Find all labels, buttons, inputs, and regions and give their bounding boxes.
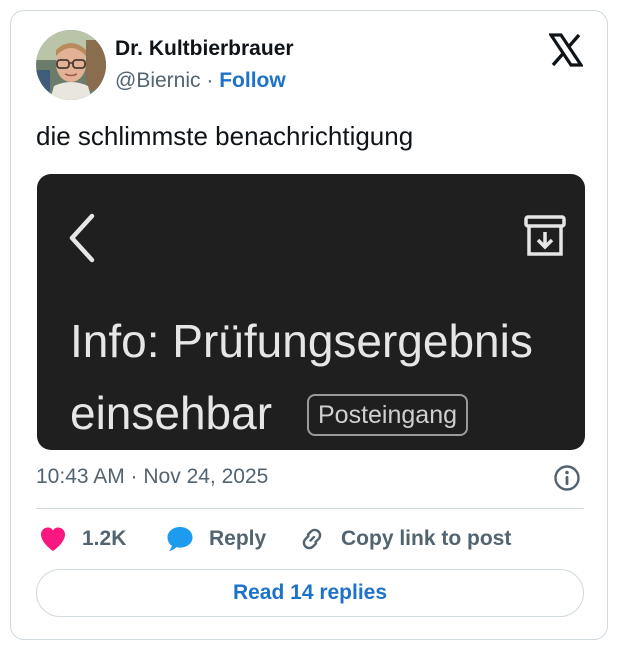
like-count: 1.2K xyxy=(82,527,127,550)
copy-link-label: Copy link to post xyxy=(341,527,512,550)
heart-icon xyxy=(41,527,65,551)
tweet-media-screenshot[interactable]: Info: Prüfungsergebnis einsehbar Postein… xyxy=(37,174,585,450)
follow-button[interactable]: Follow xyxy=(219,69,286,92)
chevron-left-icon xyxy=(69,213,95,263)
speech-bubble-icon xyxy=(167,527,193,551)
inbox-label-chip: Posteingang xyxy=(307,394,469,436)
author-handle[interactable]: @Biernic xyxy=(115,69,201,92)
divider xyxy=(36,508,584,509)
like-button[interactable]: 1.2K xyxy=(38,521,126,557)
tweet-text: die schlimmste benachrichtigung xyxy=(36,121,414,151)
email-subject-line-1: Info: Prüfungsergebnis xyxy=(70,315,533,367)
handle-separator: · xyxy=(206,69,214,92)
archive-icon xyxy=(524,215,566,256)
tweet-card: Dr. Kultbierbrauer @Biernic · Follow die… xyxy=(10,10,608,640)
tweet-timestamp[interactable]: 10:43 AM · Nov 24, 2025 xyxy=(36,465,268,489)
reply-label: Reply xyxy=(209,527,267,550)
x-logo-icon[interactable] xyxy=(549,33,583,67)
avatar[interactable] xyxy=(36,30,106,100)
author-display-name[interactable]: Dr. Kultbierbrauer xyxy=(115,37,294,61)
info-icon[interactable] xyxy=(553,464,581,492)
author-handle-row: @Biernic · Follow xyxy=(115,69,286,93)
avatar-photo xyxy=(36,30,106,100)
read-replies-button[interactable]: Read 14 replies xyxy=(36,569,584,617)
link-icon xyxy=(302,528,322,550)
email-subject-line-2: einsehbar xyxy=(70,387,273,439)
reply-button[interactable]: Reply xyxy=(165,521,266,557)
copy-link-button[interactable]: Copy link to post xyxy=(297,521,511,557)
